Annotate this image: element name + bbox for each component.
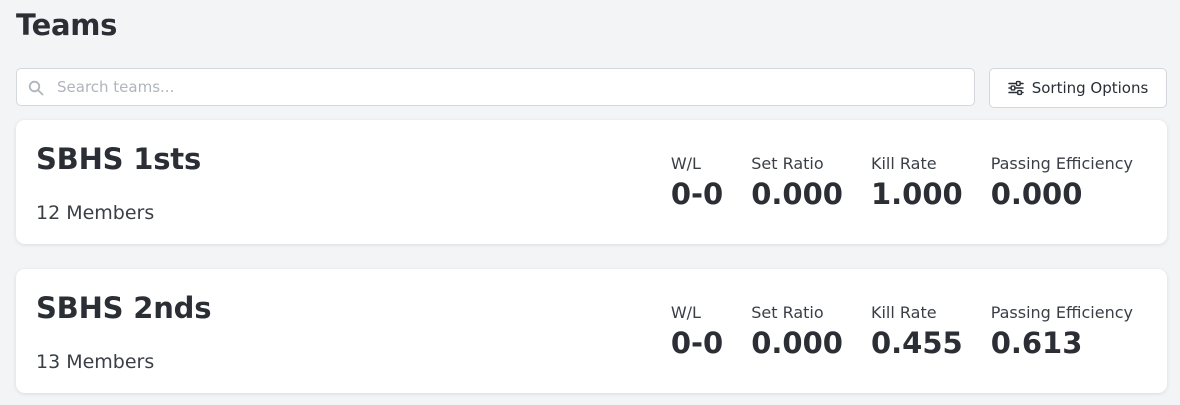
team-card[interactable]: SBHS 1sts 12 Members W/L 0-0 Set Ratio 0… [16, 120, 1167, 244]
stat-label: W/L [670, 303, 701, 322]
team-name: SBHS 2nds [36, 291, 212, 325]
team-stats: W/L 0-0 Set Ratio 0.000 Kill Rate 0.455 … [671, 303, 1133, 361]
stat-value: 0.000 [990, 177, 1083, 211]
sorting-options-button[interactable]: Sorting Options [989, 68, 1167, 108]
stat-label: Kill Rate [870, 154, 937, 173]
team-name: SBHS 1sts [36, 142, 202, 176]
stat-value: 0-0 [670, 326, 724, 360]
stat-value: 0-0 [670, 177, 724, 211]
stat-set-ratio: Set Ratio 0.000 [751, 303, 843, 361]
page-title: Teams [16, 8, 118, 42]
stat-kill-rate: Kill Rate 0.455 [871, 303, 963, 361]
stat-value: 0.613 [990, 326, 1083, 360]
stat-kill-rate: Kill Rate 1.000 [871, 154, 963, 212]
search-input[interactable] [57, 69, 957, 105]
stat-passing-efficiency: Passing Efficiency 0.000 [991, 154, 1133, 212]
stat-value: 0.000 [751, 326, 843, 360]
team-member-count: 13 Members [36, 351, 155, 373]
stat-label: Passing Efficiency [990, 154, 1133, 173]
team-stats: W/L 0-0 Set Ratio 0.000 Kill Rate 1.000 … [671, 154, 1133, 212]
search-icon [28, 80, 44, 96]
stat-set-ratio: Set Ratio 0.000 [751, 154, 843, 212]
stat-value: 0.455 [870, 326, 963, 360]
stat-passing-efficiency: Passing Efficiency 0.613 [991, 303, 1133, 361]
stat-wl: W/L 0-0 [671, 154, 723, 212]
stat-label: Set Ratio [751, 154, 824, 173]
stat-label: Passing Efficiency [990, 303, 1133, 322]
search-box[interactable] [16, 68, 975, 106]
sliders-icon [1007, 80, 1024, 96]
team-member-count: 12 Members [36, 202, 155, 224]
teams-page: Teams Sorting Options SBHS 1sts 12 Membe… [0, 0, 1180, 405]
stat-label: W/L [670, 154, 701, 173]
stat-label: Kill Rate [870, 303, 937, 322]
stat-wl: W/L 0-0 [671, 303, 723, 361]
sorting-options-label: Sorting Options [1031, 79, 1149, 97]
team-card[interactable]: SBHS 2nds 13 Members W/L 0-0 Set Ratio 0… [16, 269, 1167, 393]
stat-label: Set Ratio [751, 303, 824, 322]
stat-value: 0.000 [751, 177, 843, 211]
stat-value: 1.000 [870, 177, 963, 211]
